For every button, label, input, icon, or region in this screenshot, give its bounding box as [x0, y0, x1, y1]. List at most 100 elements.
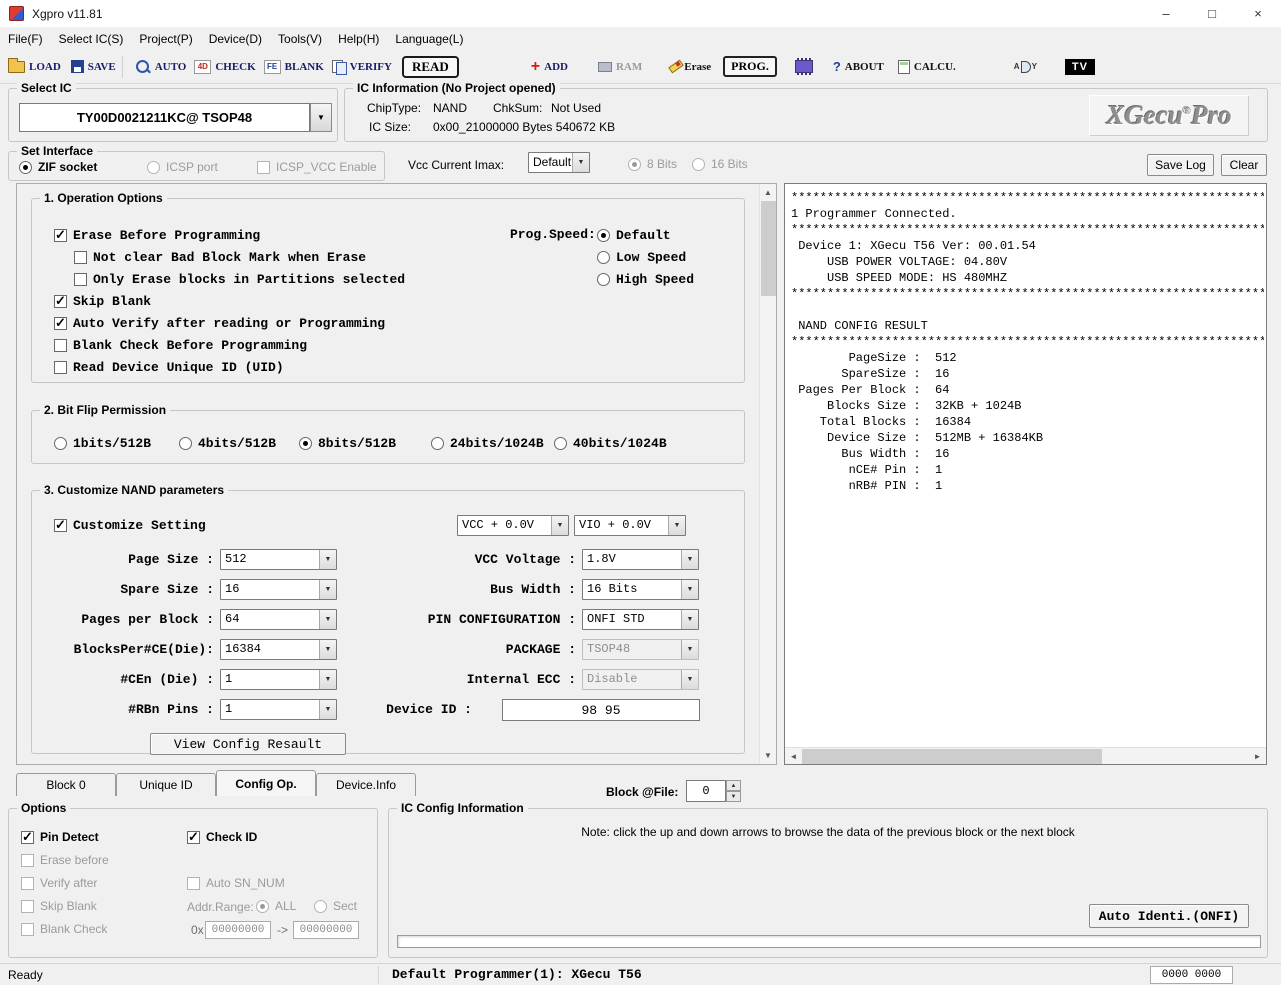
- blank-check-option-checkbox[interactable]: Blank Check: [21, 921, 107, 937]
- scroll-right-arrow-icon[interactable]: ►: [1249, 749, 1266, 764]
- speed-high-radio[interactable]: High Speed: [597, 271, 694, 287]
- minimize-button[interactable]: –: [1143, 0, 1189, 28]
- bitflip-24bits-radio[interactable]: 24bits/1024B: [431, 435, 544, 451]
- chevron-down-icon[interactable]: ▼: [681, 550, 698, 569]
- pin-configuration-select[interactable]: ONFI STD▼: [582, 609, 699, 630]
- ram-button[interactable]: RAM: [598, 61, 642, 73]
- erase-before-programming-checkbox[interactable]: Erase Before Programming: [54, 227, 260, 243]
- bitflip-1bits-radio[interactable]: 1bits/512B: [54, 435, 151, 451]
- erase-button[interactable]: Erase: [668, 61, 711, 73]
- tab-block-0[interactable]: Block 0: [16, 773, 116, 796]
- block-at-file-field[interactable]: 0: [686, 780, 726, 802]
- not-clear-bad-block-checkbox[interactable]: Not clear Bad Block Mark when Erase: [74, 249, 366, 265]
- scroll-up-arrow-icon[interactable]: ▲: [760, 184, 776, 201]
- radio-dot: [147, 161, 160, 174]
- chevron-down-icon[interactable]: ▼: [572, 153, 589, 172]
- chevron-down-icon[interactable]: ▼: [681, 580, 698, 599]
- menu-tools[interactable]: Tools(V): [270, 29, 330, 49]
- tab-unique-id[interactable]: Unique ID: [116, 773, 216, 796]
- close-button[interactable]: ×: [1235, 0, 1281, 28]
- clear-button[interactable]: Clear: [1221, 154, 1267, 176]
- logic-test-button[interactable]: A Y: [1014, 61, 1037, 73]
- vcc-voltage-select[interactable]: 1.8V▼: [582, 549, 699, 570]
- device-id-field[interactable]: 98 95: [502, 699, 700, 721]
- addr-to-field[interactable]: 00000000: [293, 921, 359, 939]
- blank-label: BLANK: [285, 61, 324, 73]
- 16-bits-radio[interactable]: 16 Bits: [692, 156, 748, 172]
- bitflip-4bits-radio[interactable]: 4bits/512B: [179, 435, 276, 451]
- verify-button[interactable]: VERIFY: [332, 60, 392, 73]
- read-button[interactable]: READ: [402, 56, 459, 78]
- spin-up-arrow-icon[interactable]: ▲: [726, 780, 741, 791]
- auto-verify-checkbox[interactable]: Auto Verify after reading or Programming: [54, 315, 385, 331]
- menu-help[interactable]: Help(H): [330, 29, 387, 49]
- internal-ecc-select[interactable]: Disable▼: [582, 669, 699, 690]
- pin-detect-checkbox[interactable]: Pin Detect: [21, 829, 99, 845]
- menu-device[interactable]: Device(D): [201, 29, 270, 49]
- read-uid-checkbox[interactable]: Read Device Unique ID (UID): [54, 359, 284, 375]
- auto-identify-button[interactable]: Auto Identi.(ONFI): [1089, 904, 1249, 928]
- calculator-button[interactable]: CALCU.: [898, 60, 956, 74]
- addr-sect-radio[interactable]: Sect: [314, 898, 357, 914]
- skip-blank-checkbox[interactable]: Skip Blank: [54, 293, 151, 309]
- chevron-down-icon[interactable]: ▼: [681, 610, 698, 629]
- checkbox-box: [74, 273, 87, 286]
- view-config-result-button[interactable]: View Config Resault: [150, 733, 346, 755]
- chevron-down-icon[interactable]: ▼: [668, 516, 685, 535]
- skip-blank-option-checkbox[interactable]: Skip Blank: [21, 898, 97, 914]
- speed-default-radio[interactable]: Default: [597, 227, 671, 243]
- icsp-port-radio[interactable]: ICSP port: [147, 159, 218, 175]
- 8-bits-radio[interactable]: 8 Bits: [628, 156, 677, 172]
- tab-config-op[interactable]: Config Op.: [216, 770, 316, 796]
- maximize-button[interactable]: □: [1189, 0, 1235, 28]
- save-log-button[interactable]: Save Log: [1147, 154, 1214, 176]
- log-horizontal-scrollbar[interactable]: ◄ ►: [785, 747, 1266, 764]
- menu-language[interactable]: Language(L): [387, 29, 471, 49]
- ic-dropdown-button[interactable]: ▼: [310, 103, 332, 132]
- zif-socket-radio[interactable]: ZIF socket: [19, 159, 97, 175]
- check-id-checkbox[interactable]: Check ID: [187, 829, 257, 845]
- selected-ic-field[interactable]: TY00D0021211KC@ TSOP48: [19, 103, 310, 132]
- checkbox-box: [187, 831, 200, 844]
- speed-low-radio[interactable]: Low Speed: [597, 249, 686, 265]
- menu-select-ic[interactable]: Select IC(S): [51, 29, 132, 49]
- tv-button[interactable]: TV: [1065, 59, 1095, 75]
- prog-button[interactable]: PROG.: [723, 56, 777, 77]
- ic-test-button[interactable]: [795, 60, 813, 73]
- scroll-left-arrow-icon[interactable]: ◄: [785, 749, 802, 764]
- addr-all-radio[interactable]: ALL: [256, 898, 296, 914]
- add-button[interactable]: + ADD: [531, 60, 568, 74]
- spin-down-arrow-icon[interactable]: ▼: [726, 791, 741, 802]
- bus-width-select[interactable]: 16 Bits▼: [582, 579, 699, 600]
- check-button[interactable]: 4D CHECK: [194, 60, 255, 74]
- scroll-thumb[interactable]: [802, 749, 1102, 764]
- bitflip-40bits-radio[interactable]: 40bits/1024B: [554, 435, 667, 451]
- blocks-per-ce-label: BlocksPer#CE(Die):: [42, 642, 214, 657]
- scroll-down-arrow-icon[interactable]: ▼: [760, 747, 776, 764]
- auto-button[interactable]: AUTO: [135, 59, 187, 75]
- vcc-imax-select[interactable]: Default ▼: [528, 152, 590, 173]
- addr-from-field[interactable]: 00000000: [205, 921, 271, 939]
- menu-project[interactable]: Project(P): [131, 29, 200, 49]
- save-button[interactable]: SAVE: [71, 60, 116, 73]
- blank-button[interactable]: FE BLANK: [264, 60, 324, 74]
- customize-setting-checkbox[interactable]: Customize Setting: [54, 517, 206, 533]
- erase-before-checkbox[interactable]: Erase before: [21, 852, 109, 868]
- auto-sn-num-checkbox[interactable]: Auto SN_NUM: [187, 875, 285, 891]
- icsp-vcc-enable-checkbox[interactable]: ICSP_VCC Enable: [257, 159, 377, 175]
- package-select[interactable]: TSOP48▼: [582, 639, 699, 660]
- chevron-down-icon[interactable]: ▼: [551, 516, 568, 535]
- blank-check-before-programming-checkbox[interactable]: Blank Check Before Programming: [54, 337, 307, 353]
- only-erase-partitions-checkbox[interactable]: Only Erase blocks in Partitions selected: [74, 271, 405, 287]
- about-button[interactable]: ? ABOUT: [833, 59, 884, 74]
- load-button[interactable]: LOAD: [8, 61, 61, 73]
- menu-file[interactable]: File(F): [0, 29, 51, 49]
- tab-device-info[interactable]: Device.Info: [316, 773, 416, 796]
- ram-chip-icon: [598, 62, 612, 72]
- bitflip-8bits-radio[interactable]: 8bits/512B: [299, 435, 396, 451]
- vio-offset-select[interactable]: VIO + 0.0V▼: [574, 515, 686, 536]
- verify-after-checkbox[interactable]: Verify after: [21, 875, 97, 891]
- scroll-thumb[interactable]: [761, 201, 776, 296]
- vcc-offset-select[interactable]: VCC + 0.0V▼: [457, 515, 569, 536]
- settings-vertical-scrollbar[interactable]: ▲ ▼: [759, 184, 776, 764]
